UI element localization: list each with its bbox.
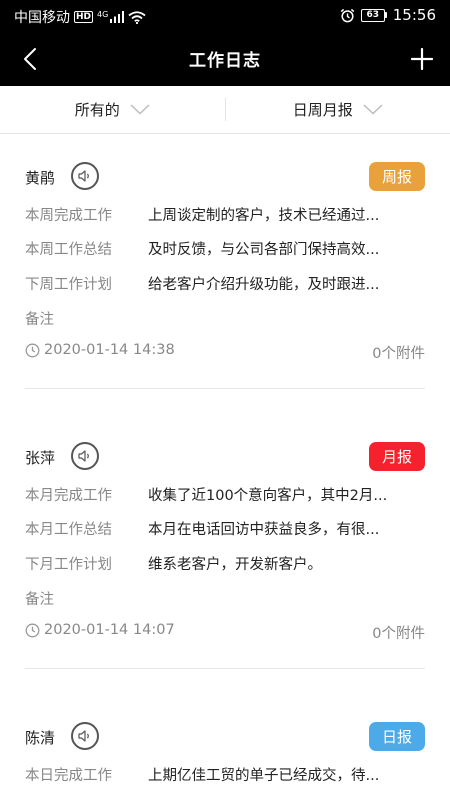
attachment-count[interactable]: 0个附件: [372, 622, 425, 643]
status-bar: 中国移动 HD 4G 63 15:56: [0, 0, 450, 32]
report-type-badge: 日报: [369, 722, 425, 751]
timestamp: 2020-01-14 14:07: [25, 622, 175, 638]
report-type-badge: 月报: [369, 442, 425, 471]
voice-play-button[interactable]: [71, 162, 99, 190]
timestamp: 2020-01-14 14:38: [25, 342, 175, 358]
card-header: 张萍 月报: [25, 442, 425, 472]
detail-row: 本月工作总结 本月在电话回访中获益良多，有很...: [25, 518, 425, 540]
row-value: 及时反馈，与公司各部门保持高效...: [148, 242, 380, 258]
card-header: 陈清 日报: [25, 722, 425, 752]
row-value: 收集了近100个意向客户，其中2月...: [148, 488, 388, 504]
row-value: 上期亿佳工贸的单子已经成交，待...: [148, 768, 380, 784]
hd-icon: HD: [74, 11, 94, 23]
card-meta: 2020-01-14 14:07 0个附件: [25, 622, 425, 644]
row-label: 本月完成工作: [25, 488, 112, 504]
row-label: 本日完成工作: [25, 768, 112, 784]
voice-play-button[interactable]: [71, 722, 99, 750]
carrier-name: 中国移动: [14, 10, 70, 26]
detail-row: 本周工作总结 及时反馈，与公司各部门保持高效...: [25, 238, 425, 260]
row-value: 给老客户介绍升级功能，及时跟进...: [148, 277, 380, 293]
row-value: 维系老客户，开发新客户。: [148, 557, 322, 573]
status-right: 63 15:56: [340, 6, 436, 24]
row-label: 下周工作计划: [25, 277, 112, 293]
timestamp-text: 2020-01-14 14:38: [44, 342, 175, 358]
row-label: 本周工作总结: [25, 242, 112, 258]
log-card[interactable]: 陈清 日报 本日完成工作 上期亿佳工贸的单子已经成交，待...: [0, 694, 450, 800]
author-name: 黄鹃: [25, 169, 56, 187]
timestamp-text: 2020-01-14 14:07: [44, 622, 175, 638]
alarm-icon: [340, 8, 355, 22]
period-filter[interactable]: 日周月报: [226, 86, 450, 133]
nav-bar: 工作日志: [0, 32, 450, 86]
chevron-down-icon: [363, 104, 383, 115]
row-label: 备注: [25, 312, 54, 328]
detail-row: 备注: [25, 588, 425, 610]
battery-level: 63: [360, 8, 385, 22]
clock-icon: [25, 623, 40, 637]
signal-icon: [110, 11, 125, 23]
detail-row: 本日完成工作 上期亿佳工贸的单子已经成交，待...: [25, 764, 425, 786]
row-label: 本周完成工作: [25, 208, 112, 224]
period-filter-label: 日周月报: [292, 101, 353, 119]
detail-row: 下周工作计划 给老客户介绍升级功能，及时跟进...: [25, 273, 425, 295]
clock-icon: [25, 343, 40, 357]
attachment-count[interactable]: 0个附件: [372, 342, 425, 363]
log-card[interactable]: 张萍 月报 本月完成工作 收集了近100个意向客户，其中2月... 本月工作总结…: [0, 414, 450, 694]
scope-filter[interactable]: 所有的: [0, 86, 225, 133]
battery-icon: 63: [360, 8, 387, 22]
detail-row: 本月完成工作 收集了近100个意向客户，其中2月...: [25, 484, 425, 506]
status-left: 中国移动 HD 4G: [14, 7, 146, 27]
add-log-button[interactable]: [402, 40, 442, 78]
speaker-icon: [78, 730, 89, 742]
row-label: 本月工作总结: [25, 522, 112, 538]
clock-time: 15:56: [392, 6, 436, 24]
author-name: 陈清: [25, 729, 56, 747]
top-bar: 中国移动 HD 4G 63 15:56 工作日志: [0, 0, 450, 86]
network-type: 4G: [97, 9, 109, 19]
scope-filter-label: 所有的: [74, 101, 120, 119]
chevron-down-icon: [130, 104, 150, 115]
card-divider: [25, 668, 425, 669]
card-divider: [25, 388, 425, 389]
report-type-badge: 周报: [369, 162, 425, 191]
detail-row: 本周完成工作 上周谈定制的客户，技术已经通过...: [25, 204, 425, 226]
filter-bar: 所有的 日周月报: [0, 86, 450, 134]
plus-icon: [411, 48, 433, 70]
detail-row: 备注: [25, 308, 425, 330]
row-value: 上周谈定制的客户，技术已经通过...: [148, 208, 380, 224]
page-title: 工作日志: [189, 51, 261, 71]
voice-play-button[interactable]: [71, 442, 99, 470]
speaker-icon: [78, 450, 89, 462]
card-meta: 2020-01-14 14:38 0个附件: [25, 342, 425, 364]
log-card[interactable]: 黄鹃 周报 本周完成工作 上周谈定制的客户，技术已经通过... 本周工作总结 及…: [0, 134, 450, 414]
speaker-icon: [78, 170, 89, 182]
row-label: 备注: [25, 592, 54, 608]
row-value: 本月在电话回访中获益良多，有很...: [148, 522, 380, 538]
author-name: 张萍: [25, 449, 56, 467]
detail-row: 下月工作计划 维系老客户，开发新客户。: [25, 553, 425, 575]
wifi-icon: [128, 10, 146, 24]
row-label: 下月工作计划: [25, 557, 112, 573]
card-header: 黄鹃 周报: [25, 162, 425, 192]
